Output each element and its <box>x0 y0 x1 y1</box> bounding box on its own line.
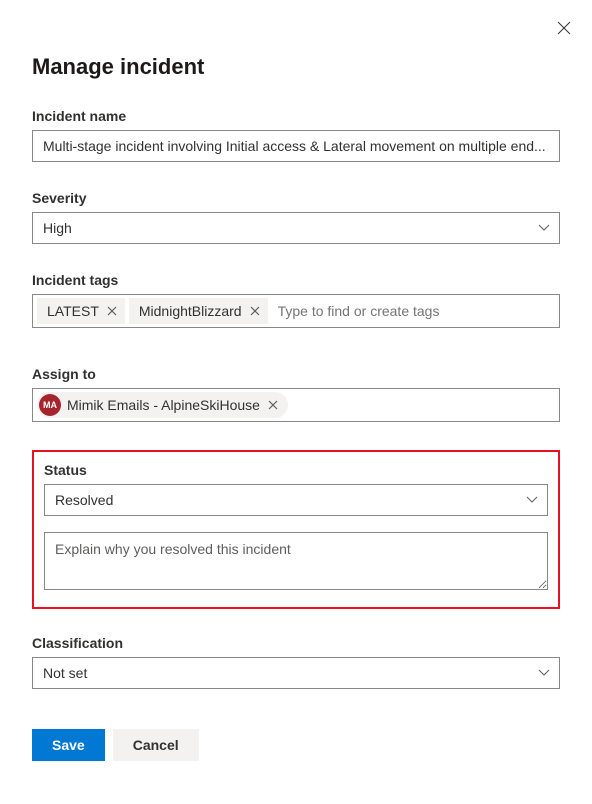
tag-label: LATEST <box>47 303 99 319</box>
close-icon <box>250 306 260 316</box>
tag-item: LATEST <box>37 298 125 324</box>
status-select[interactable]: Resolved <box>44 484 548 516</box>
classification-label: Classification <box>32 635 560 651</box>
close-button[interactable] <box>554 18 574 38</box>
incident-name-group: Incident name <box>32 108 560 162</box>
tag-remove-button[interactable] <box>105 304 119 318</box>
status-value: Resolved <box>55 492 113 508</box>
save-button[interactable]: Save <box>32 729 105 761</box>
tag-remove-button[interactable] <box>248 304 262 318</box>
severity-value: High <box>43 220 72 236</box>
close-icon <box>107 306 117 316</box>
tags-label: Incident tags <box>32 272 560 288</box>
persona-name: Mimik Emails - AlpineSkiHouse <box>67 397 260 413</box>
severity-select[interactable]: High <box>32 212 560 244</box>
resolution-comment-input[interactable] <box>44 532 548 590</box>
avatar: MA <box>39 394 61 416</box>
button-row: Save Cancel <box>32 729 560 761</box>
close-icon <box>268 400 278 410</box>
incident-name-input[interactable] <box>32 130 560 162</box>
incident-name-label: Incident name <box>32 108 560 124</box>
persona-remove-button[interactable] <box>266 398 280 412</box>
status-highlight: Status Resolved <box>32 450 560 609</box>
tag-item: MidnightBlizzard <box>129 298 268 324</box>
assign-container[interactable]: MA Mimik Emails - AlpineSkiHouse <box>32 388 560 422</box>
status-label: Status <box>44 462 548 478</box>
page-title: Manage incident <box>32 54 560 80</box>
tags-input[interactable] <box>272 299 555 323</box>
tags-group: Incident tags LATEST MidnightBlizzard <box>32 272 560 328</box>
tag-label: MidnightBlizzard <box>139 303 242 319</box>
severity-label: Severity <box>32 190 560 206</box>
severity-group: Severity High <box>32 190 560 244</box>
cancel-button[interactable]: Cancel <box>113 729 199 761</box>
persona-chip: MA Mimik Emails - AlpineSkiHouse <box>37 392 288 418</box>
close-icon <box>557 21 571 35</box>
assign-label: Assign to <box>32 366 560 382</box>
classification-select[interactable]: Not set <box>32 657 560 689</box>
tags-container[interactable]: LATEST MidnightBlizzard <box>32 294 560 328</box>
classification-group: Classification Not set <box>32 635 560 689</box>
classification-value: Not set <box>43 665 87 681</box>
status-group: Status Resolved <box>44 462 548 516</box>
assign-group: Assign to MA Mimik Emails - AlpineSkiHou… <box>32 366 560 422</box>
